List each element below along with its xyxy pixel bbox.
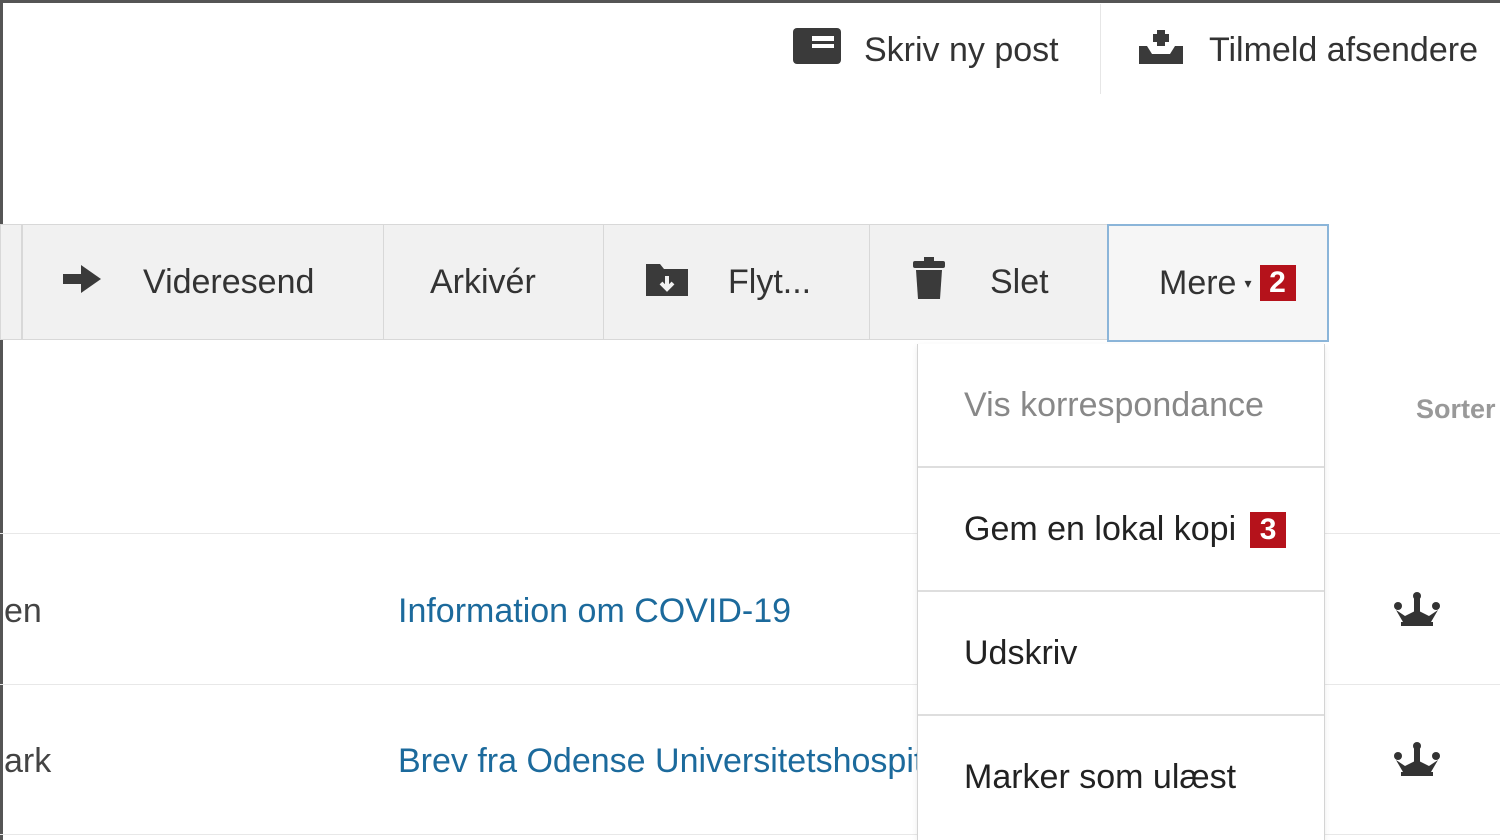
move-label: Flyt...	[728, 262, 812, 301]
move-button[interactable]: Flyt...	[603, 224, 870, 340]
crown-icon	[1393, 592, 1441, 631]
menu-item-mark-unread[interactable]: Marker som ulæst	[918, 716, 1324, 839]
delete-button[interactable]: Slet	[869, 224, 1109, 340]
row-sender: ark	[4, 742, 52, 780]
more-dropdown-button[interactable]: Mere ▾ 2	[1107, 224, 1329, 342]
compose-button[interactable]: Skriv ny post	[792, 22, 1059, 78]
window-frame-top	[0, 0, 1500, 3]
delete-label: Slet	[990, 262, 1049, 301]
compose-envelope-icon	[792, 27, 842, 74]
inbox-upload-icon	[1135, 26, 1187, 75]
window-frame-left	[0, 0, 3, 840]
menu-item-save-local-copy[interactable]: Gem en lokal kopi 3	[918, 468, 1324, 591]
archive-label: Arkivér	[430, 262, 536, 301]
compose-label: Skriv ny post	[864, 30, 1059, 69]
archive-button[interactable]: Arkivér	[383, 224, 604, 340]
menu-item-label: Udskriv	[964, 634, 1078, 672]
arrow-right-icon	[63, 263, 101, 302]
row-subject-link[interactable]: Brev fra Odense Universitetshospital	[398, 742, 950, 781]
message-toolbar: Videresend Arkivér Flyt... Slet Mere ▾ 2	[0, 224, 1330, 342]
step-badge: 3	[1250, 511, 1287, 548]
row-subject-link[interactable]: Information om COVID-19	[398, 592, 791, 631]
more-dropdown-menu: Vis korrespondance Gem en lokal kopi 3 U…	[917, 344, 1325, 840]
subscribe-senders-button[interactable]: Tilmeld afsendere	[1135, 22, 1478, 78]
trash-icon	[912, 256, 946, 308]
crown-icon	[1393, 742, 1441, 781]
row-sender: en	[4, 592, 42, 630]
caret-down-icon: ▾	[1244, 274, 1252, 291]
sort-label[interactable]: Sorter	[1416, 394, 1496, 425]
menu-item-show-correspondence[interactable]: Vis korrespondance	[918, 344, 1324, 467]
top-divider	[1100, 4, 1101, 94]
step-badge: 2	[1259, 265, 1296, 301]
forward-label: Videresend	[143, 262, 315, 301]
folder-move-icon	[644, 258, 690, 307]
toolbar-button-partial[interactable]	[0, 224, 22, 340]
forward-button[interactable]: Videresend	[22, 224, 384, 340]
menu-item-label: Marker som ulæst	[964, 758, 1237, 796]
more-label: Mere	[1159, 263, 1237, 302]
menu-item-print[interactable]: Udskriv	[918, 592, 1324, 715]
menu-item-label: Vis korrespondance	[964, 386, 1264, 424]
menu-item-label: Gem en lokal kopi	[964, 510, 1237, 548]
subscribe-label: Tilmeld afsendere	[1209, 30, 1478, 69]
